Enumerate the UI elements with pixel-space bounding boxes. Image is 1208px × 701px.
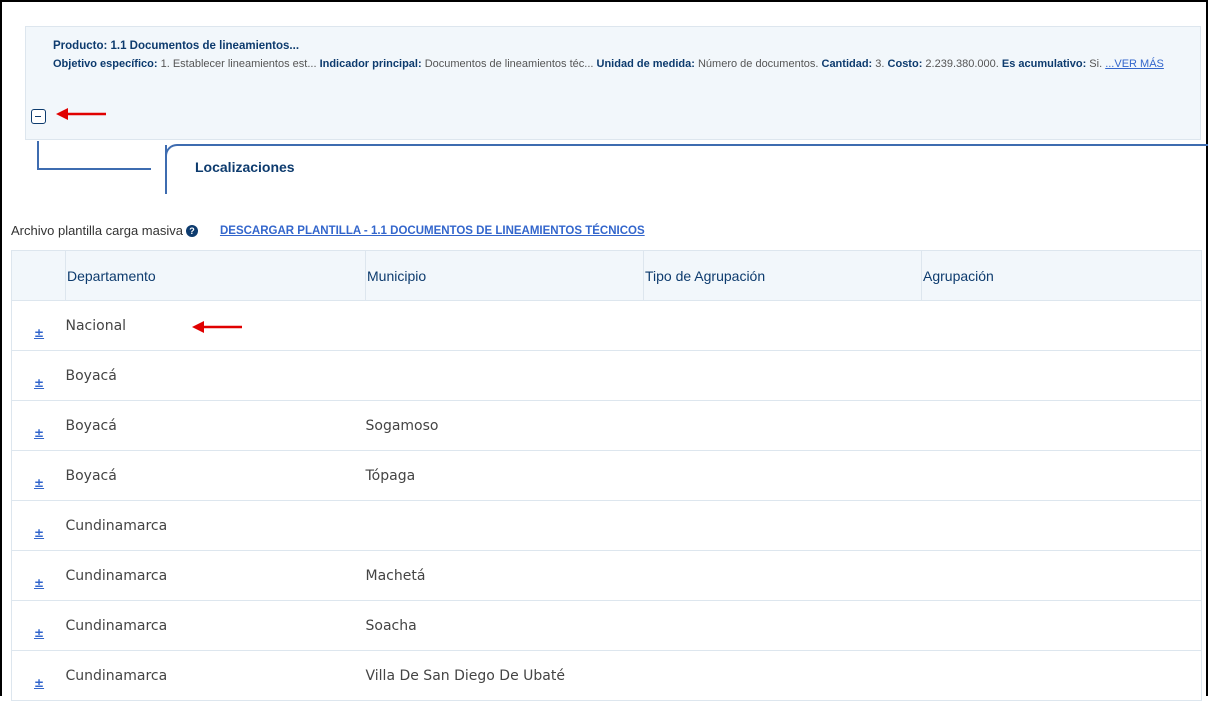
collapse-icon[interactable]: [31, 109, 46, 124]
cell-agrupacion: [921, 300, 1202, 351]
expand-row-icon[interactable]: ±: [34, 526, 44, 540]
table-row: ± Cundinamarca Villa De San Diego De Uba…: [11, 650, 1202, 701]
expand-row-icon[interactable]: ±: [34, 426, 44, 440]
objective-label: Objetivo específico:: [53, 58, 158, 70]
cell-municipio: Machetá: [365, 550, 644, 601]
cell-municipio: Villa De San Diego De Ubaté: [365, 650, 644, 701]
cell-tipo-agrupacion: [643, 400, 922, 451]
table-row: ± Cundinamarca Machetá: [11, 550, 1202, 601]
product-title: Producto: 1.1 Documentos de lineamientos…: [53, 40, 300, 52]
table-row: ± Boyacá Sogamoso: [11, 400, 1202, 451]
cell-tipo-agrupacion: [643, 550, 922, 601]
expand-row-icon[interactable]: ±: [34, 576, 44, 590]
cell-agrupacion: [921, 450, 1202, 501]
cell-agrupacion: [921, 500, 1202, 551]
annotation-arrow-icon: [56, 108, 106, 120]
cell-municipio: Sogamoso: [365, 400, 644, 451]
cell-municipio: [365, 300, 644, 351]
cell-municipio: [365, 500, 644, 551]
header-expand: [11, 250, 66, 301]
cost-value: 2.239.380.000.: [922, 58, 1002, 70]
tab-localizaciones[interactable]: Localizaciones: [195, 159, 295, 175]
product-description: Objetivo específico: 1. Establecer linea…: [53, 57, 1183, 72]
template-label: Archivo plantilla carga masiva: [11, 223, 183, 238]
header-agrupacion[interactable]: Agrupación: [921, 250, 1202, 301]
expand-row-icon[interactable]: ±: [34, 376, 44, 390]
indicator-value: Documentos de lineamientos téc...: [421, 58, 597, 70]
table-row: ± Nacional: [11, 300, 1202, 351]
quantity-value: 3.: [872, 58, 888, 70]
cell-departamento: Cundinamarca: [65, 500, 366, 551]
cell-departamento: Boyacá: [65, 450, 366, 501]
question-circle-icon[interactable]: ?: [185, 224, 198, 237]
expand-row-icon[interactable]: ±: [34, 476, 44, 490]
table-row: ± Boyacá: [11, 350, 1202, 401]
page-frame: Producto: 1.1 Documentos de lineamientos…: [0, 0, 1208, 701]
header-departamento[interactable]: Departamento: [65, 250, 366, 301]
cell-municipio: Tópaga: [365, 450, 644, 501]
cell-departamento: Cundinamarca: [65, 600, 366, 651]
cell-tipo-agrupacion: [643, 450, 922, 501]
tree-connector-horizontal: [37, 168, 151, 170]
header-municipio[interactable]: Municipio: [365, 250, 644, 301]
cell-municipio: Soacha: [365, 600, 644, 651]
cell-tipo-agrupacion: [643, 500, 922, 551]
cell-agrupacion: [921, 400, 1202, 451]
objective-value: 1. Establecer lineamientos est...: [157, 58, 320, 70]
expand-row-icon[interactable]: ±: [34, 626, 44, 640]
cell-tipo-agrupacion: [643, 300, 922, 351]
cumulative-label: Es acumulativo:: [1001, 58, 1087, 70]
expand-row-icon[interactable]: ±: [34, 326, 44, 340]
cumulative-value: Si.: [1086, 58, 1106, 70]
quantity-label: Cantidad:: [821, 58, 873, 70]
expand-row-icon[interactable]: ±: [34, 676, 44, 690]
indicator-label: Indicador principal:: [319, 58, 422, 70]
cell-tipo-agrupacion: [643, 350, 922, 401]
cell-agrupacion: [921, 650, 1202, 701]
download-template-link[interactable]: DESCARGAR PLANTILLA - 1.1 DOCUMENTOS DE …: [220, 225, 645, 237]
unit-label: Unidad de medida:: [596, 58, 695, 70]
cell-departamento: Cundinamarca: [65, 650, 366, 701]
table-header-row: Departamento Municipio Tipo de Agrupació…: [11, 250, 1202, 301]
cell-departamento: Cundinamarca: [65, 550, 366, 601]
cell-tipo-agrupacion: [643, 650, 922, 701]
locations-table: Departamento Municipio Tipo de Agrupació…: [11, 250, 1202, 701]
cell-agrupacion: [921, 350, 1202, 401]
cell-agrupacion: [921, 600, 1202, 651]
tab-border-corner: [165, 144, 185, 156]
unit-value: Número de documentos.: [694, 58, 822, 70]
cell-departamento: Boyacá: [65, 400, 366, 451]
annotation-arrow-icon: [192, 321, 242, 333]
tab-border-top: [184, 144, 1208, 146]
tree-connector-vertical: [37, 141, 39, 169]
table-row: ± Cundinamarca Soacha: [11, 600, 1202, 651]
cell-departamento: Boyacá: [65, 350, 366, 401]
template-row: Archivo plantilla carga masiva ? DESCARG…: [11, 223, 645, 238]
cell-agrupacion: [921, 550, 1202, 601]
table-row: ± Boyacá Tópaga: [11, 450, 1202, 501]
cell-municipio: [365, 350, 644, 401]
table-row: ± Cundinamarca: [11, 500, 1202, 551]
cell-tipo-agrupacion: [643, 600, 922, 651]
header-tipo-agrupacion[interactable]: Tipo de Agrupación: [643, 250, 922, 301]
product-card: Producto: 1.1 Documentos de lineamientos…: [25, 26, 1201, 140]
ver-mas-link[interactable]: ...VER MÁS: [1105, 58, 1164, 70]
cost-label: Costo:: [887, 58, 923, 70]
